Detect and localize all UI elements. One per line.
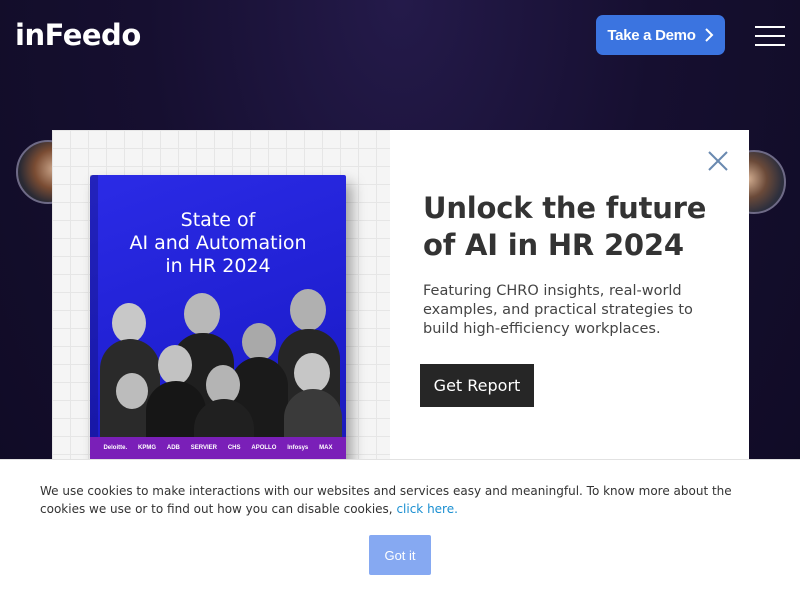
chevron-right-icon [704, 28, 713, 42]
description-line: build high-efficiency workplaces. [423, 321, 661, 337]
top-navigation: inFeedo Take a Demo [0, 0, 800, 72]
book-title-line: AI and Automation [129, 232, 307, 254]
cookie-banner: We use cookies to make interactions with… [0, 459, 800, 600]
partner-logos-strip: Deloitte. KPMG ADB SERVIER CHS APOLLO In… [90, 437, 346, 459]
close-icon[interactable] [707, 150, 729, 172]
cookie-policy-link[interactable]: click here. [396, 502, 457, 516]
partner-logo: MAX [319, 445, 333, 451]
book-title-line: State of [180, 209, 256, 231]
partner-logo: ADB [166, 445, 180, 451]
book-title-line: in HR 2024 [165, 255, 271, 277]
hamburger-icon[interactable] [755, 26, 785, 46]
brand-logo[interactable]: inFeedo [15, 18, 141, 52]
partner-logo: Infosys [287, 445, 309, 451]
report-book-cover: State of AI and Automation in HR 2024 De… [90, 175, 346, 460]
partner-logo: Deloitte. [103, 445, 128, 451]
description-line: examples, and practical strategies to [423, 302, 693, 318]
headline-line: Unlock the future [423, 191, 707, 225]
book-title: State of AI and Automation in HR 2024 [90, 209, 346, 278]
modal-description: Featuring CHRO insights, real-world exam… [423, 282, 703, 339]
partner-logo: APOLLO [251, 445, 277, 451]
report-cover-panel: State of AI and Automation in HR 2024 De… [52, 130, 390, 460]
report-popup-modal: State of AI and Automation in HR 2024 De… [52, 130, 749, 460]
headline-line: of AI in HR 2024 [423, 228, 684, 262]
cookie-message: We use cookies to make interactions with… [40, 484, 732, 516]
take-demo-button[interactable]: Take a Demo [596, 15, 725, 55]
take-demo-label: Take a Demo [607, 26, 696, 44]
cookie-notice-text: We use cookies to make interactions with… [40, 482, 760, 518]
get-report-button[interactable]: Get Report [420, 364, 534, 407]
partner-logo: CHS [227, 445, 241, 451]
description-line: Featuring CHRO insights, real-world [423, 283, 682, 299]
partner-logo: KPMG [137, 445, 156, 451]
modal-headline: Unlock the future of AI in HR 2024 [423, 190, 723, 264]
executive-portraits [98, 289, 344, 439]
got-it-button[interactable]: Got it [369, 535, 431, 575]
partner-logo: SERVIER [190, 445, 217, 451]
